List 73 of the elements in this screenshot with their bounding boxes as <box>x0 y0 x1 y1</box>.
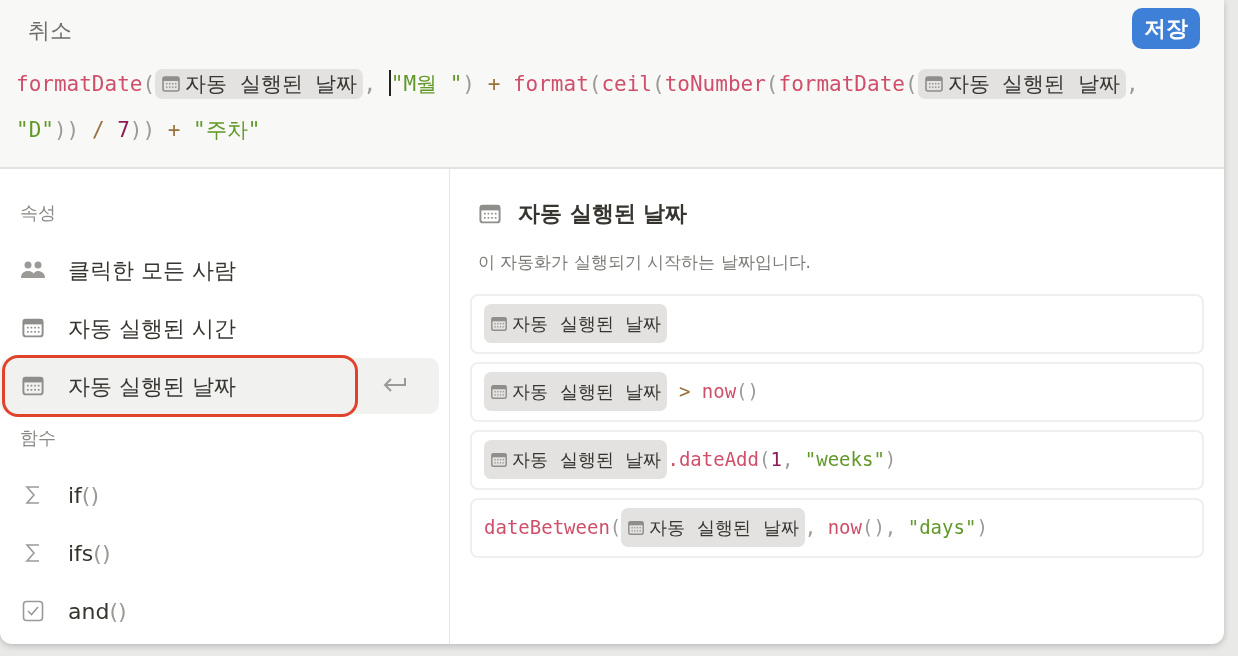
section-heading: 함수 <box>19 426 57 450</box>
punctuation: ( <box>652 72 665 96</box>
calendar-icon <box>490 383 508 401</box>
string-literal: "D" <box>16 118 54 142</box>
function-name: formatDate <box>16 72 143 96</box>
property-description: 이 자동화가 실행되기 시작하는 날짜입니다. <box>478 251 813 274</box>
punctuation: , <box>363 72 378 96</box>
punctuation: , <box>1125 72 1140 96</box>
example-card[interactable]: 자동 실행된 날짜 .dateAdd(1, "weeks") <box>470 429 1204 490</box>
punctuation: ( <box>904 72 918 96</box>
punctuation: ( <box>758 447 771 473</box>
calendar-icon <box>490 315 508 333</box>
string-literal: "weeks" <box>804 447 885 473</box>
property-title: 자동 실행된 날짜 <box>518 200 688 228</box>
string-literal: "주차" <box>193 118 261 142</box>
property-chip: 자동 실행된 날짜 <box>484 440 668 479</box>
operator: > <box>677 379 692 405</box>
function-name: .dateAdd <box>667 447 759 473</box>
function-name: ceil <box>601 72 652 96</box>
punctuation: ) <box>462 72 476 96</box>
calendar-icon <box>161 74 182 94</box>
people-icon <box>20 261 46 279</box>
sidebar-item[interactable]: and() <box>0 583 439 639</box>
operator: + <box>487 72 502 96</box>
example-card[interactable]: dateBetween( 자동 실행된 날짜 , now(), "days") <box>470 497 1204 558</box>
property-chip: 자동 실행된 날짜 <box>484 372 668 411</box>
sigma-icon <box>25 543 41 563</box>
example-card[interactable]: 자동 실행된 날짜 > now() <box>470 361 1204 422</box>
punctuation: ( <box>588 72 602 96</box>
calendar-icon <box>490 451 508 469</box>
calendar-icon <box>21 316 45 340</box>
punctuation: , <box>781 447 795 473</box>
property-chip: 자동 실행된 날짜 <box>917 69 1126 99</box>
punctuation: ( <box>142 72 156 96</box>
checkbox-icon <box>22 600 44 622</box>
number-literal: 7 <box>117 118 130 142</box>
punctuation: )) <box>53 118 81 142</box>
property-chip: 자동 실행된 날짜 <box>484 304 668 343</box>
punctuation: , <box>804 515 818 541</box>
string-literal: "M월 " <box>390 72 463 96</box>
sigma-icon <box>25 485 41 505</box>
calendar-icon <box>923 74 944 94</box>
operator: + <box>167 118 182 142</box>
function-name: now <box>701 379 737 405</box>
sidebar-item[interactable]: ifs() <box>0 525 439 581</box>
calendar-icon <box>21 374 45 398</box>
cancel-button[interactable]: 취소 <box>16 8 84 53</box>
calendar-icon <box>627 519 646 537</box>
sidebar-item[interactable]: 자동 실행된 시간 <box>0 300 439 356</box>
function-name: formatDate <box>778 72 905 96</box>
sidebar-item[interactable]: 자동 실행된 날짜 <box>0 358 439 414</box>
property-chip: 자동 실행된 날짜 <box>155 69 364 99</box>
example-card[interactable]: 자동 실행된 날짜 <box>470 293 1204 354</box>
sidebar-item[interactable]: if() <box>0 467 439 523</box>
function-name: now <box>827 515 862 541</box>
punctuation: (), <box>861 515 898 541</box>
formula-editor[interactable]: formatDate( 자동 실행된 날짜 , "M월 ") + format(ceil(toNumber(formatDate( 자동 실행된 날짜 , "D")) / 7)) + "주차" <box>16 61 1206 153</box>
save-button[interactable]: 저장 <box>1132 8 1200 49</box>
number-literal: 1 <box>770 447 782 473</box>
punctuation: ) <box>884 447 897 473</box>
punctuation: )) <box>129 118 157 142</box>
sidebar-item[interactable]: 클릭한 모든 사람 <box>0 242 439 298</box>
section-heading: 속성 <box>19 201 57 225</box>
property-chip: 자동 실행된 날짜 <box>621 508 805 547</box>
string-literal: "days" <box>907 515 977 541</box>
function-name: toNumber <box>664 72 766 96</box>
operator: / <box>91 118 106 142</box>
punctuation: ( <box>765 72 779 96</box>
punctuation: ) <box>976 515 988 541</box>
function-name: format <box>512 72 589 96</box>
punctuation: ( <box>609 515 622 541</box>
function-name: dateBetween <box>484 515 610 541</box>
punctuation: () <box>736 379 759 405</box>
